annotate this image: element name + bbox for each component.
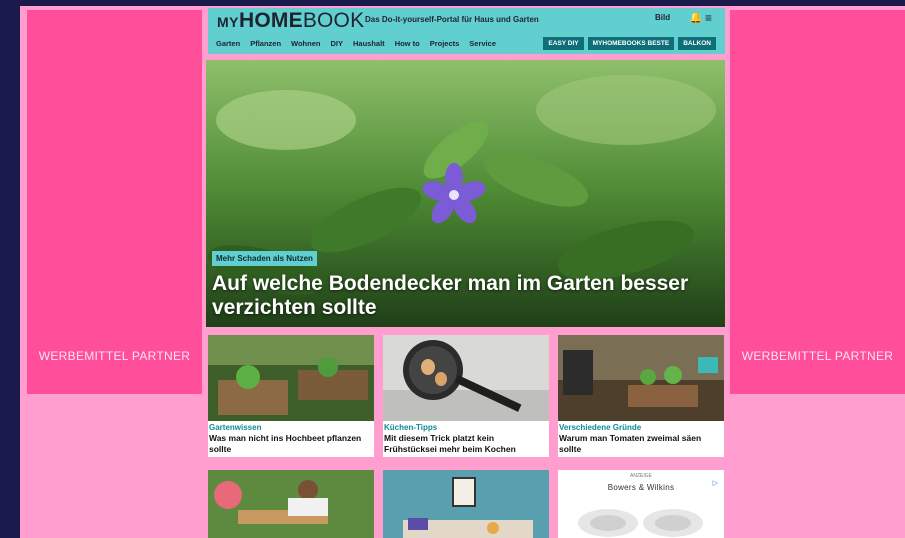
article-image-living-room	[383, 470, 549, 538]
header-pills: EASY DIY MYHOMEBOOKS BESTE BALKON	[543, 37, 716, 50]
hero-kicker: Mehr Schaden als Nutzen	[212, 251, 317, 266]
nav-item-haushalt[interactable]: Haushalt	[353, 39, 385, 48]
nav-item-garten[interactable]: Garten	[216, 39, 240, 48]
logo-home: HOME	[239, 9, 303, 32]
site-header: MYHOMEBOOK Das Do-it-yourself-Portal für…	[208, 8, 725, 54]
article-image-garden-reading	[208, 470, 374, 538]
bell-icon[interactable]: 🔔	[689, 11, 703, 24]
article-card-partial[interactable]	[383, 470, 549, 538]
hamburger-menu-icon[interactable]: ≡	[705, 11, 712, 25]
logo-my: MY	[217, 14, 239, 30]
left-ad-label: WERBEMITTEL PARTNER	[38, 349, 191, 363]
nav-item-how-to[interactable]: How to	[395, 39, 420, 48]
article-category: Gartenwissen	[209, 423, 262, 432]
right-ad-label: WERBEMITTEL PARTNER	[741, 349, 894, 363]
site-logo[interactable]: MYHOMEBOOK	[217, 9, 364, 33]
ad-choices-icon[interactable]: ▷	[713, 479, 718, 487]
right-ad-banner[interactable]: WERBEMITTEL PARTNER	[730, 10, 905, 394]
ad-brand[interactable]: Bowers & Wilkins	[558, 483, 724, 492]
site-tagline: Das Do-it-yourself-Portal für Haus und G…	[365, 15, 539, 24]
article-headline[interactable]: Was man nicht ins Hochbeet pflanzen soll…	[208, 432, 374, 457]
main-navigation: Garten Pflanzen Wohnen DIY Haushalt How …	[216, 39, 506, 48]
article-category: Verschiedene Gründe	[559, 423, 642, 432]
pill-myhomebooks-beste[interactable]: MYHOMEBOOKS BESTE	[587, 37, 675, 50]
hero-article[interactable]: Mehr Schaden als Nutzen Auf welche Boden…	[206, 60, 725, 327]
article-headline[interactable]: Mit diesem Trick platzt kein Frühstückse…	[383, 432, 549, 457]
article-image-tomato-seedlings	[558, 335, 724, 421]
pill-balkon[interactable]: BALKON	[678, 37, 716, 50]
bild-partner-badge[interactable]: Bild	[655, 13, 670, 22]
article-card-partial[interactable]	[208, 470, 374, 538]
hero-title[interactable]: Auf welche Bodendecker man im Garten bes…	[212, 272, 712, 320]
logo-book: BOOK	[302, 9, 365, 32]
nav-item-wohnen[interactable]: Wohnen	[291, 39, 320, 48]
article-image-egg-pan	[383, 335, 549, 421]
nav-item-pflanzen[interactable]: Pflanzen	[250, 39, 281, 48]
article-category: Küchen-Tipps	[384, 423, 438, 432]
article-card[interactable]: Küchen-Tipps Mit diesem Trick platzt kei…	[383, 335, 549, 457]
nav-item-projects[interactable]: Projects	[430, 39, 460, 48]
pill-easy-diy[interactable]: EASY DIY	[543, 37, 584, 50]
nav-item-diy[interactable]: DIY	[330, 39, 343, 48]
nav-item-service[interactable]: Service	[469, 39, 496, 48]
article-card[interactable]: Verschiedene Gründe Warum man Tomaten zw…	[558, 335, 724, 457]
article-headline[interactable]: Warum man Tomaten zweimal säen sollte	[558, 432, 724, 457]
sponsored-ad-card[interactable]: ANZEIGE Bowers & Wilkins ▷	[558, 470, 724, 538]
article-image-hochbeet	[208, 335, 374, 421]
ad-product-image	[578, 509, 703, 537]
left-ad-banner[interactable]: WERBEMITTEL PARTNER	[27, 10, 202, 394]
article-card[interactable]: Gartenwissen Was man nicht ins Hochbeet …	[208, 335, 374, 457]
ad-label: ANZEIGE	[630, 473, 652, 479]
